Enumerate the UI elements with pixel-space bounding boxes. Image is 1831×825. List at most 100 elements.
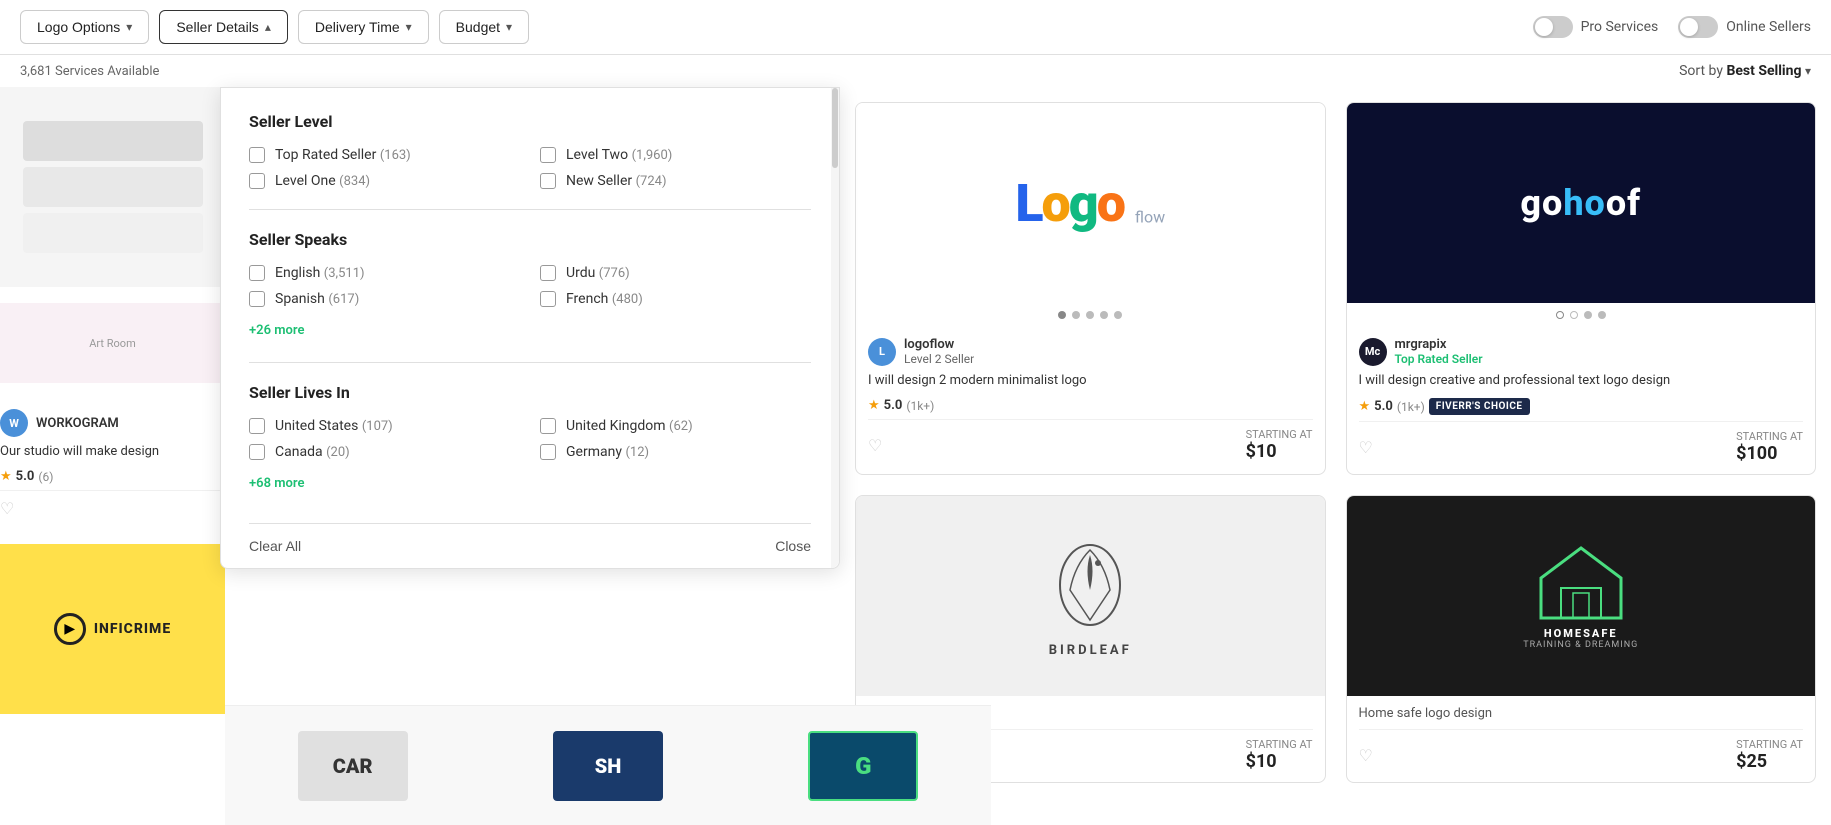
germany-label: Germany (12) [566, 444, 649, 460]
filter-new-seller[interactable]: New Seller (724) [540, 173, 811, 189]
scrollbar-track [831, 88, 839, 568]
homesafe-desc: Home safe logo design [1359, 706, 1804, 721]
logoflow-desc: I will design 2 modern minimalist logo [868, 372, 1313, 390]
toolbar: Logo Options ▾ Seller Details ▴ Delivery… [0, 0, 1831, 55]
seller-details-button[interactable]: Seller Details ▴ [159, 10, 288, 44]
content-area: Art Room W WORKOGRAM Our studio will mak… [0, 87, 1831, 825]
seller-level-grid: Top Rated Seller (163) Level Two (1,960)… [249, 147, 811, 189]
homesafe-heart-icon[interactable]: ♡ [1359, 746, 1373, 765]
birdleaf-image: BIRDLEAF [856, 496, 1325, 696]
dot-2 [1072, 311, 1080, 319]
delivery-time-button[interactable]: Delivery Time ▾ [298, 10, 429, 44]
lives-in-more-link[interactable]: +68 more [249, 476, 304, 491]
mrgrapix-seller-level: Top Rated Seller [1395, 352, 1483, 366]
urdu-label: Urdu (776) [566, 265, 630, 281]
level-two-label: Level Two (1,960) [566, 147, 672, 163]
speaks-more-link[interactable]: +26 more [249, 323, 304, 338]
workogram-name: WORKOGRAM [36, 416, 119, 431]
filter-level-one[interactable]: Level One (834) [249, 173, 520, 189]
french-checkbox[interactable] [540, 291, 556, 307]
new-seller-label: New Seller (724) [566, 173, 667, 189]
mrgrapix-star-icon: ★ [1359, 399, 1371, 414]
logoflow-body: L logoflow Level 2 Seller I will design … [856, 327, 1325, 472]
logoflow-seller-level: Level 2 Seller [904, 352, 974, 366]
car-logo: CAR [298, 731, 408, 801]
mrgrapix-rating-count: (1k+) [1397, 400, 1425, 414]
divider-1 [249, 209, 811, 210]
fiverrs-choice-badge: FIVERR'S CHOICE [1429, 398, 1530, 415]
filter-level-two[interactable]: Level Two (1,960) [540, 147, 811, 163]
partial-card-1-image [0, 87, 225, 287]
dot-m4 [1598, 311, 1606, 319]
united-states-label: United States (107) [275, 418, 393, 434]
online-sellers-toggle[interactable] [1678, 16, 1718, 38]
top-rated-checkbox[interactable] [249, 147, 265, 163]
level-one-checkbox[interactable] [249, 173, 265, 189]
logoflow-starting-at: STARTING AT [1246, 428, 1313, 441]
sort-prefix: Sort by [1679, 63, 1723, 79]
dot-3 [1086, 311, 1094, 319]
level-one-label: Level One (834) [275, 173, 370, 189]
birdleaf-svg [1050, 535, 1130, 635]
birdleaf-price: $10 [1246, 751, 1313, 772]
mrgrapix-price-row: ♡ STARTING AT $100 [1359, 421, 1804, 464]
logoflow-star-icon: ★ [868, 398, 880, 413]
logo-options-button[interactable]: Logo Options ▾ [20, 10, 149, 44]
canada-checkbox[interactable] [249, 444, 265, 460]
filter-top-rated[interactable]: Top Rated Seller (163) [249, 147, 520, 163]
level-two-checkbox[interactable] [540, 147, 556, 163]
dropdown-scroll-area[interactable]: Seller Level Top Rated Seller (163) Leve… [249, 112, 811, 515]
filter-spanish[interactable]: Spanish (617) [249, 291, 520, 307]
united-kingdom-label: United Kingdom (62) [566, 418, 693, 434]
filter-english[interactable]: English (3,511) [249, 265, 520, 281]
seller-lives-in-grid: United States (107) United Kingdom (62) … [249, 418, 811, 460]
dot-4 [1100, 311, 1108, 319]
partial-card-workogram: W WORKOGRAM Our studio will make design … [0, 399, 225, 528]
filter-canada[interactable]: Canada (20) [249, 444, 520, 460]
english-checkbox[interactable] [249, 265, 265, 281]
united-kingdom-checkbox[interactable] [540, 418, 556, 434]
homesafe-svg [1531, 543, 1631, 623]
logo-options-label: Logo Options [37, 19, 120, 35]
mrgrapix-desc: I will design creative and professional … [1359, 372, 1804, 390]
divider-2 [249, 362, 811, 363]
dot-1 [1058, 311, 1066, 319]
card-logoflow: Logo flow L logoflow Level 2 Seller [855, 102, 1326, 475]
spanish-checkbox[interactable] [249, 291, 265, 307]
united-states-checkbox[interactable] [249, 418, 265, 434]
filter-united-kingdom[interactable]: United Kingdom (62) [540, 418, 811, 434]
logoflow-rating: 5.0 [884, 398, 903, 413]
homesafe-starting-at: STARTING AT [1736, 738, 1803, 751]
logoflow-heart-icon[interactable]: ♡ [868, 436, 882, 455]
close-button[interactable]: Close [775, 538, 811, 554]
clear-all-button[interactable]: Clear All [249, 538, 301, 554]
scrollbar-thumb[interactable] [832, 88, 838, 168]
new-seller-checkbox[interactable] [540, 173, 556, 189]
workogram-rating-row: ★ 5.0 (6) [0, 469, 225, 484]
g-logo: G [808, 731, 918, 801]
english-label: English (3,511) [275, 265, 365, 281]
mrgrapix-heart-icon[interactable]: ♡ [1359, 438, 1373, 457]
logoflow-seller-name: logoflow [904, 337, 974, 352]
mrgrapix-avatar: Mc [1359, 338, 1387, 366]
budget-button[interactable]: Budget ▾ [439, 10, 529, 44]
bottom-logo-strip: CAR SH G [225, 705, 991, 825]
inficrime-card: ▶ INFICRIME [0, 544, 225, 714]
homesafe-price-row: ♡ STARTING AT $25 [1359, 729, 1804, 772]
seller-details-label: Seller Details [176, 19, 258, 35]
germany-checkbox[interactable] [540, 444, 556, 460]
pro-services-toggle[interactable] [1533, 16, 1573, 38]
urdu-checkbox[interactable] [540, 265, 556, 281]
filter-united-states[interactable]: United States (107) [249, 418, 520, 434]
logoflow-rating-row: ★ 5.0 (1k+) [868, 398, 1313, 413]
filter-germany[interactable]: Germany (12) [540, 444, 811, 460]
filter-french[interactable]: French (480) [540, 291, 811, 307]
seller-details-chevron: ▴ [265, 20, 271, 34]
workogram-price-row: ♡ [0, 490, 225, 518]
partial-card-1 [0, 87, 225, 287]
workogram-heart-icon[interactable]: ♡ [0, 499, 14, 518]
filter-urdu[interactable]: Urdu (776) [540, 265, 811, 281]
sort-area[interactable]: Sort by Best Selling ▾ [1679, 63, 1811, 79]
dot-m1 [1556, 311, 1564, 319]
seller-level-title: Seller Level [249, 112, 811, 131]
